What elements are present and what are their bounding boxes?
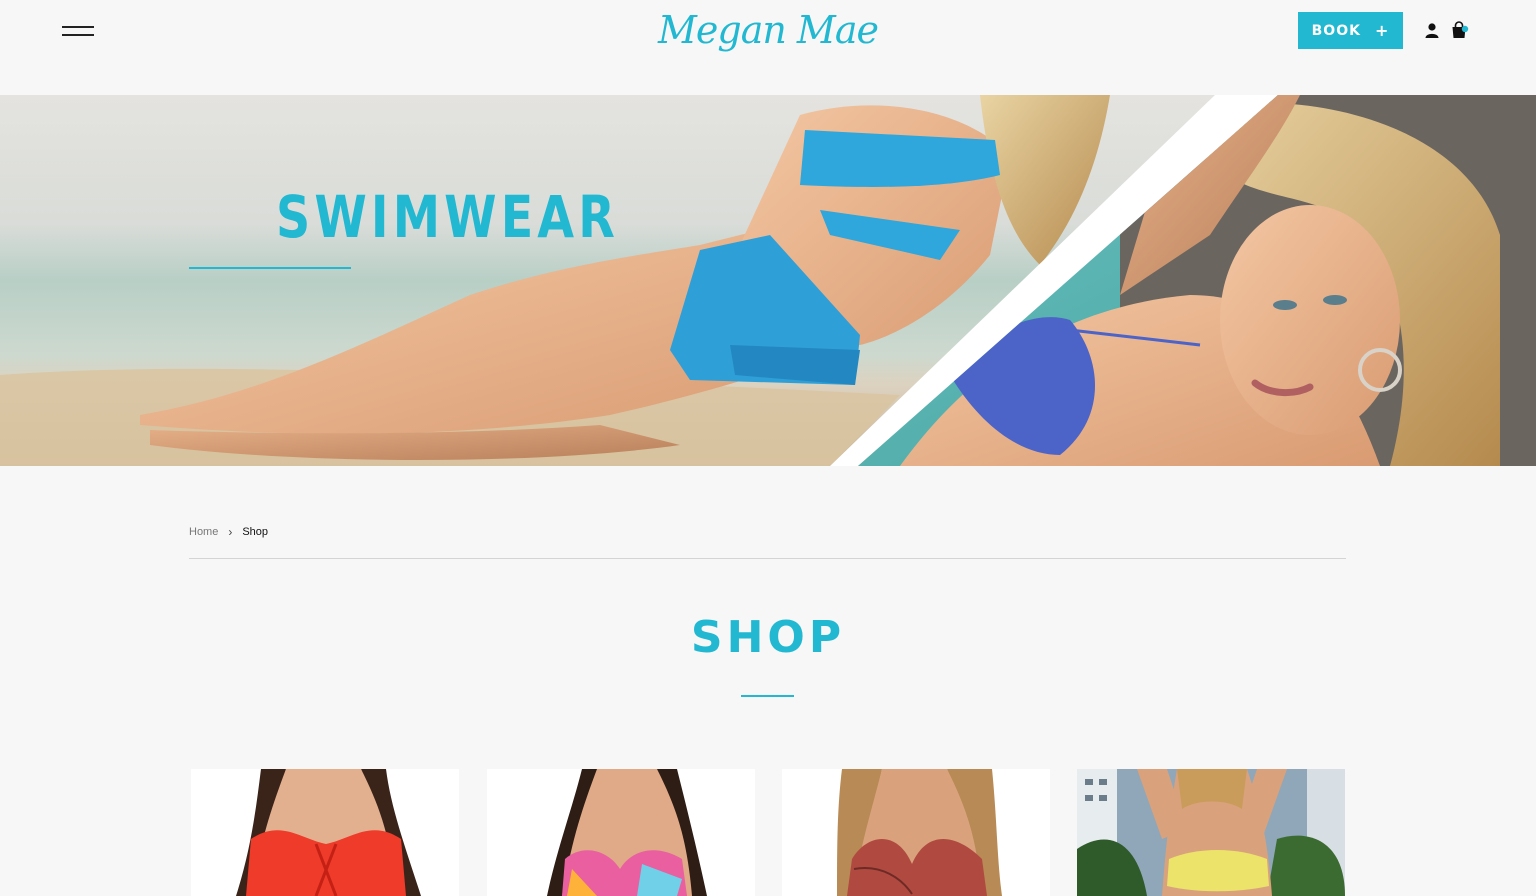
product-image (487, 769, 755, 896)
plus-icon: + (1374, 21, 1390, 40)
product-card[interactable] (1077, 769, 1345, 896)
breadcrumb-home-link[interactable]: Home (189, 526, 218, 538)
shop-title-underline (741, 695, 794, 697)
breadcrumb: Home › Shop (189, 524, 268, 540)
product-card[interactable] (487, 769, 755, 896)
hero-banner: SWIMWEAR (0, 95, 1536, 466)
hero-image (0, 95, 1536, 466)
book-button[interactable]: BOOK + (1298, 12, 1403, 49)
breadcrumb-divider (189, 558, 1346, 559)
product-card[interactable] (191, 769, 459, 896)
hero-title: SWIMWEAR (276, 183, 619, 251)
menu-line (62, 34, 94, 36)
hero-title-underline (189, 267, 351, 269)
product-image (1077, 769, 1345, 896)
product-image (191, 769, 459, 896)
product-card[interactable] (782, 769, 1050, 896)
hamburger-menu-icon[interactable] (62, 22, 96, 40)
user-icon[interactable] (1424, 22, 1440, 38)
site-header: Megan Mae BOOK + (0, 0, 1536, 95)
book-button-label: BOOK (1311, 22, 1361, 39)
shopping-bag-icon[interactable] (1450, 20, 1470, 40)
site-logo[interactable]: Megan Mae (640, 4, 896, 56)
menu-line (62, 26, 94, 28)
chevron-right-icon: › (228, 525, 233, 539)
product-image (782, 769, 1050, 896)
breadcrumb-current: Shop (242, 526, 269, 538)
shop-title: SHOP (690, 612, 846, 663)
